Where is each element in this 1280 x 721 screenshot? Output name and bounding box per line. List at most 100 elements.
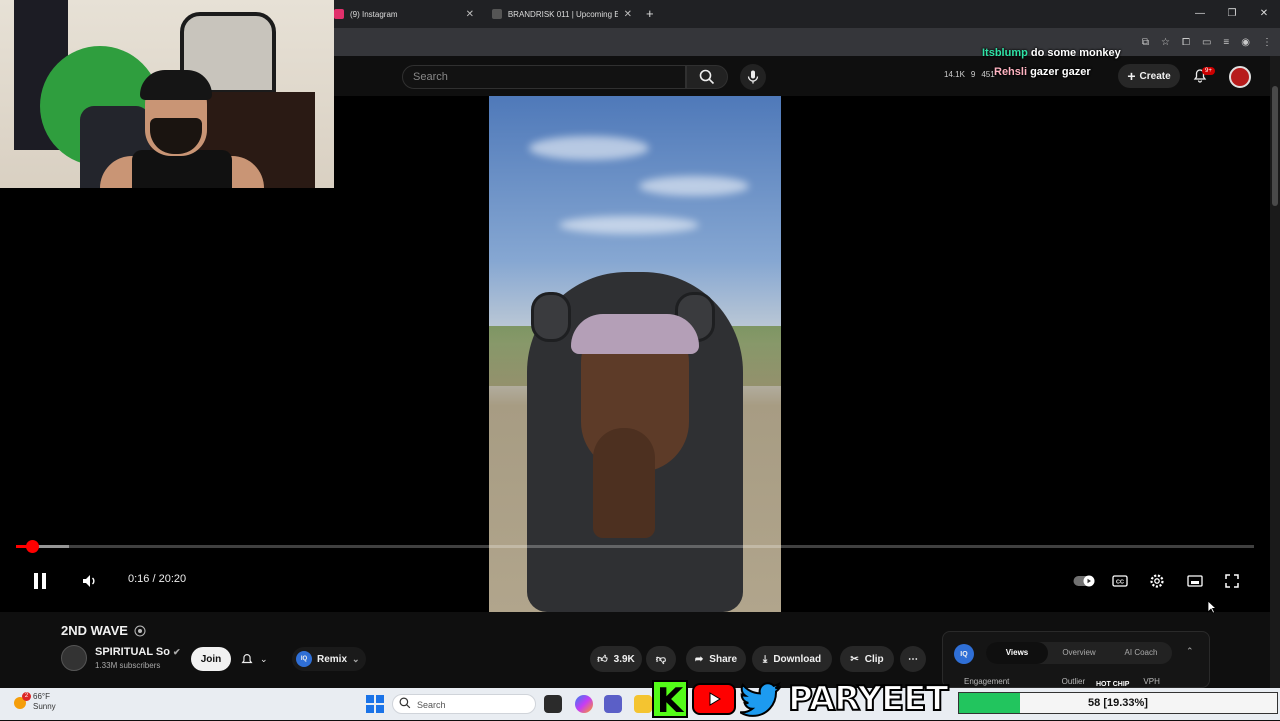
toolbar-icons: ⧉ ☆ ⧠ ▭ ≡ ◉ ⋮ [1142,28,1280,56]
create-label: Create [1139,70,1171,82]
instagram-icon [334,9,344,19]
tab-ai-coach[interactable]: AI Coach [1110,642,1172,664]
col-engagement: Engagement [964,677,1010,686]
captions-button[interactable]: CC [1110,571,1130,591]
cloud [529,136,649,160]
start-button[interactable] [366,695,384,713]
scrubber-handle[interactable] [26,540,40,553]
tab-views[interactable]: Views [986,642,1048,664]
like-button[interactable]: 👍︎ 3.9K [590,646,642,672]
clip-button[interactable]: ✂ Clip [840,646,894,672]
more-icon: ⋯ [908,653,918,665]
goal-text: 58 [19.33%] [1088,697,1148,709]
youtube-logo [692,683,736,715]
cast-icon[interactable]: ▭ [1202,37,1211,48]
share-button[interactable]: ➦ Share [686,646,746,672]
vidiq-tabs: Views Overview AI Coach [986,642,1172,664]
chat-text: gazer gazer [1030,66,1091,78]
eye-icon [134,625,146,636]
bell-icon [241,654,253,664]
share-label: Share [709,653,738,665]
chat-user: Itsblump [982,47,1028,59]
plus-icon: + [1127,68,1136,84]
create-button[interactable]: + Create [1118,64,1180,88]
restore-icon[interactable]: ❐ [1216,0,1248,28]
theater-icon [1187,575,1203,587]
tab-overview[interactable]: Overview [1048,642,1110,664]
copilot-icon[interactable] [575,695,593,713]
collapse-icon[interactable]: ⌃ [1186,646,1194,657]
svg-text:CC: CC [1116,580,1124,586]
chat-overlay: Itsblump do some monkey Rehsli gazer gaz… [982,44,1121,82]
menu-icon[interactable]: ⋮ [1262,37,1272,48]
verified-icon: ✔ [173,647,181,657]
autoplay-toggle[interactable] [1072,571,1096,591]
volume-button[interactable] [80,571,100,591]
weather-condition: Sunny [33,702,56,711]
streamer-name: PARYEET [787,678,950,720]
chevron-down-icon: ⌄ [260,653,268,664]
col-outlier: Outlier [1061,677,1086,686]
remix-button[interactable]: IQ Remix ⌄ [292,647,366,671]
fullscreen-icon [1225,574,1239,588]
more-actions-button[interactable]: ⋯ [900,646,926,672]
mouse-cursor-icon [1207,600,1217,614]
weather-badge: 2 [22,692,31,701]
video-frame[interactable] [489,96,781,612]
scrollbar-thumb[interactable] [1272,86,1278,206]
microphone-icon [747,70,759,84]
profile-icon[interactable]: ◉ [1241,37,1250,48]
tab-label: BRANDRISK 011 | Upcoming E [507,9,618,19]
fullscreen-button[interactable] [1222,571,1242,591]
window-controls: — ❐ ✕ [1184,0,1280,28]
search-icon [699,69,715,85]
teams-icon[interactable] [604,695,622,713]
pause-button[interactable] [30,571,50,591]
taskbar-search[interactable]: Search [392,694,536,714]
bookmark-star-icon[interactable]: ☆ [1161,37,1170,48]
clip-label: Clip [864,653,884,665]
close-tab-icon[interactable]: ✕ [466,9,474,20]
hand [593,428,655,538]
minimize-icon[interactable]: — [1184,0,1216,28]
hot-chip-label: HOT CHIP [1096,681,1130,688]
extensions-icon[interactable]: ⧠ [1182,37,1190,48]
task-view-icon[interactable] [544,695,562,713]
chat-text: do some monkey [1030,47,1121,59]
channel-name[interactable]: SPIRITUAL So ✔ [95,646,181,658]
stream-branding: K PARYEET [652,678,950,720]
notification-badge: 9+ [1202,67,1215,75]
weather-widget[interactable]: 66°F Sunny [33,692,56,712]
channel-name-text: SPIRITUAL So [95,646,170,658]
progress-bar[interactable] [16,545,1254,548]
subscriber-count: 1.33M subscribers [95,661,161,670]
vidiq-columns: Engagement Outlier VPH [964,677,1160,686]
tab-instagram[interactable]: (9) Instagram ✕ [326,3,482,25]
voice-search-button[interactable] [740,64,766,90]
account-avatar[interactable] [1229,66,1251,88]
search-button[interactable] [686,65,728,89]
join-button[interactable]: Join [191,647,231,671]
close-tab-icon[interactable]: ✕ [624,9,632,20]
install-icon[interactable]: ⧉ [1142,37,1149,48]
theater-mode-button[interactable] [1185,571,1205,591]
like-count: 3.9K [613,653,635,665]
twitter-logo [740,681,782,717]
channel-avatar[interactable] [61,645,87,671]
tab-brandrisk[interactable]: BRANDRISK 011 | Upcoming E ✕ [484,3,640,25]
subscription-bell-button[interactable]: ⌄ [240,647,282,671]
download-button[interactable]: ⤓ Download [752,646,832,672]
download-icon: ⤓ [762,653,768,665]
thumbs-down-icon: 👎︎ [655,654,667,665]
dislike-button[interactable]: 👎︎ [646,646,676,672]
autoplay-icon [1073,575,1095,587]
close-window-icon[interactable]: ✕ [1248,0,1280,28]
media-icon[interactable]: ≡ [1223,37,1229,48]
settings-button[interactable] [1147,571,1167,591]
vidiq-logo: IQ [954,644,974,664]
time-display: 0:16 / 20:20 [128,573,187,585]
new-tab-button[interactable]: + [646,6,654,21]
chat-message: Itsblump do some monkey [982,44,1121,63]
file-explorer-icon[interactable] [634,695,652,713]
search-input[interactable]: Search [402,65,686,89]
